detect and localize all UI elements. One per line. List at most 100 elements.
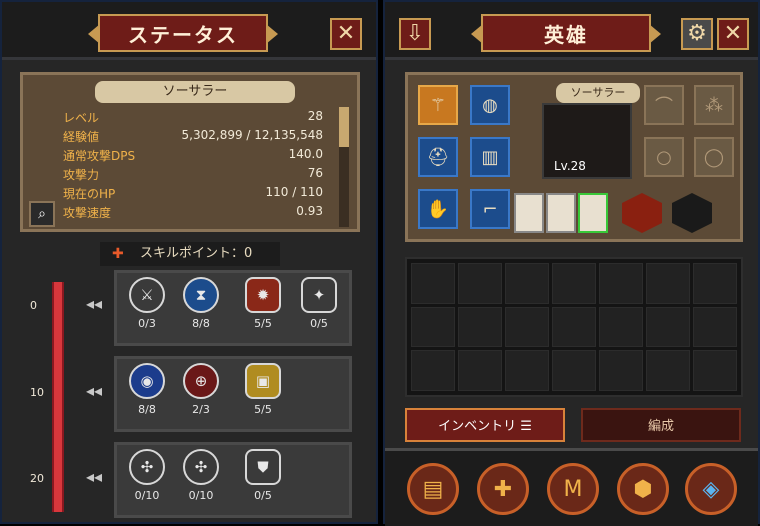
- hero-portrait: Lv.28: [542, 103, 632, 179]
- inventory-cell[interactable]: [646, 263, 690, 304]
- stat-row: 通常攻撃DPS 140.0: [63, 147, 323, 163]
- skill-slot[interactable]: ✣ 0/10: [181, 449, 221, 502]
- inventory-cell[interactable]: [693, 306, 737, 348]
- gem-icon[interactable]: ◈: [685, 463, 737, 515]
- helmet-icon[interactable]: ⛑: [418, 137, 458, 177]
- inventory-cell[interactable]: [693, 350, 737, 391]
- ring-icon[interactable]: ○: [644, 137, 684, 177]
- staff-icon[interactable]: ⚚: [418, 85, 458, 125]
- hex-slot[interactable]: [622, 193, 662, 233]
- inventory-cell[interactable]: [693, 263, 737, 304]
- skill-slot[interactable]: ◉ 8/8: [127, 363, 167, 416]
- inventory-cell[interactable]: [599, 306, 643, 348]
- necklace-icon[interactable]: ⌒: [644, 85, 684, 125]
- skill-slot[interactable]: ⧗ 8/8: [181, 277, 221, 330]
- character-name: ソーサラー: [95, 81, 295, 103]
- tier-label: 20: [30, 472, 44, 485]
- stat-row: レベル 28: [63, 109, 323, 125]
- cross-icon: ✚: [112, 246, 124, 262]
- party-member[interactable]: [578, 193, 608, 233]
- bracelet-icon[interactable]: ◯: [694, 137, 734, 177]
- status-title: ステータス: [88, 14, 278, 52]
- skill-points: ✚ スキルポイント：0: [100, 242, 280, 266]
- arrow-icon: ◂◂: [86, 467, 103, 486]
- inventory-cell[interactable]: [552, 306, 596, 348]
- inventory-cell[interactable]: [458, 350, 502, 391]
- skill-slot[interactable]: ⛊ 0/5: [243, 449, 283, 502]
- inventory-cell[interactable]: [599, 350, 643, 391]
- hero-panel: ⇩ 英雄 ⚙ ✕ ⚚ ◍ ⛑ ▥ ✋ ⌐ ソーサラー Lv.28 ⌒ ⁂ ○ ◯…: [383, 0, 760, 526]
- boots-icon[interactable]: ⌐: [470, 189, 510, 229]
- box-icon[interactable]: ⬢: [617, 463, 669, 515]
- tier-label: 10: [30, 386, 44, 399]
- hero-titlebar: ⇩ 英雄 ⚙ ✕: [385, 2, 758, 60]
- hex-slot[interactable]: [672, 193, 712, 233]
- inventory-cell[interactable]: [552, 350, 596, 391]
- helmet-icon: ⛊: [245, 449, 281, 485]
- inventory-cell[interactable]: [458, 263, 502, 304]
- stat-row: 攻撃力 76: [63, 166, 323, 182]
- skill-slot[interactable]: ▣ 5/5: [243, 363, 283, 416]
- hero-name: ソーサラー: [556, 83, 640, 103]
- tier-progress-bar: [52, 282, 64, 512]
- inventory-cell[interactable]: [411, 350, 455, 391]
- exit-icon[interactable]: ⇩: [399, 18, 431, 50]
- orb-icon[interactable]: ◍: [470, 85, 510, 125]
- skill-tier: ◉ 8/8 ⊕ 2/3 ▣ 5/5: [114, 356, 352, 432]
- blade-icon: ✦: [301, 277, 337, 313]
- party-member[interactable]: [546, 193, 576, 233]
- inventory-cell[interactable]: [505, 350, 549, 391]
- status-titlebar: ステータス ✕: [2, 2, 376, 60]
- party-member[interactable]: [514, 193, 544, 233]
- inventory-cell[interactable]: [458, 306, 502, 348]
- skill-slot[interactable]: ✹ 5/5: [243, 277, 283, 330]
- cross-icon[interactable]: ✚: [477, 463, 529, 515]
- inventory-cell[interactable]: [411, 263, 455, 304]
- close-button[interactable]: ✕: [330, 18, 362, 50]
- rune-icon: ✣: [183, 449, 219, 485]
- inventory-cell[interactable]: [552, 263, 596, 304]
- tab-formation[interactable]: 編成: [581, 408, 741, 442]
- gloves-icon[interactable]: ✋: [418, 189, 458, 229]
- tab-inventory[interactable]: インベントリ ☰: [405, 408, 565, 442]
- stats-scrollbar[interactable]: [339, 107, 349, 227]
- stat-row: 攻撃速度 0.93: [63, 204, 323, 218]
- hero-title: 英雄: [471, 14, 661, 52]
- inventory-grid: [405, 257, 743, 397]
- list-icon: ☰: [520, 419, 532, 434]
- magnifier-icon[interactable]: ⌕: [29, 201, 55, 227]
- status-panel: ステータス ✕ ソーサラー レベル 28 経験値 5,302,899 / 12,13…: [0, 0, 378, 524]
- inventory-cell[interactable]: [599, 263, 643, 304]
- stat-row: 経験値 5,302,899 / 12,135,548: [63, 128, 323, 144]
- inventory-cell[interactable]: [646, 306, 690, 348]
- tier-label: 0: [30, 299, 37, 312]
- rune-icon: ✣: [129, 449, 165, 485]
- skill-slot[interactable]: ⚔ 0/3: [127, 277, 167, 330]
- fire-icon: ✹: [245, 277, 281, 313]
- inventory-cell[interactable]: [505, 263, 549, 304]
- hero-equipment: ⚚ ◍ ⛑ ▥ ✋ ⌐ ソーサラー Lv.28 ⌒ ⁂ ○ ◯: [405, 72, 743, 242]
- chest-icon[interactable]: ▤: [407, 463, 459, 515]
- stats-box: ソーサラー レベル 28 経験値 5,302,899 / 12,135,548 通常…: [20, 72, 360, 232]
- skill-slot[interactable]: ⊕ 2/3: [181, 363, 221, 416]
- arrow-icon: ◂◂: [86, 381, 103, 400]
- emblem-icon[interactable]: M: [547, 463, 599, 515]
- skill-tier: ⚔ 0/3 ⧗ 8/8 ✹ 5/5 ✦ 0/5: [114, 270, 352, 346]
- inventory-cell[interactable]: [411, 306, 455, 348]
- armor-icon[interactable]: ▥: [470, 137, 510, 177]
- close-button[interactable]: ✕: [717, 18, 749, 50]
- inventory-cell[interactable]: [646, 350, 690, 391]
- orb-icon: ◉: [129, 363, 165, 399]
- earring-icon[interactable]: ⁂: [694, 85, 734, 125]
- bottom-nav: ▤ ✚ M ⬢ ◈: [385, 448, 758, 526]
- hero-level: Lv.28: [554, 159, 586, 173]
- inventory-cell[interactable]: [505, 306, 549, 348]
- arrow-icon: ◂◂: [86, 294, 103, 313]
- gear-icon[interactable]: ⚙: [681, 18, 713, 50]
- skill-slot[interactable]: ✦ 0/5: [299, 277, 339, 330]
- skill-tier: ✣ 0/10 ✣ 0/10 ⛊ 0/5: [114, 442, 352, 518]
- sword-icon: ⚔: [129, 277, 165, 313]
- gold-icon: ▣: [245, 363, 281, 399]
- skill-slot[interactable]: ✣ 0/10: [127, 449, 167, 502]
- hero-tabs: インベントリ ☰ 編成: [405, 408, 743, 442]
